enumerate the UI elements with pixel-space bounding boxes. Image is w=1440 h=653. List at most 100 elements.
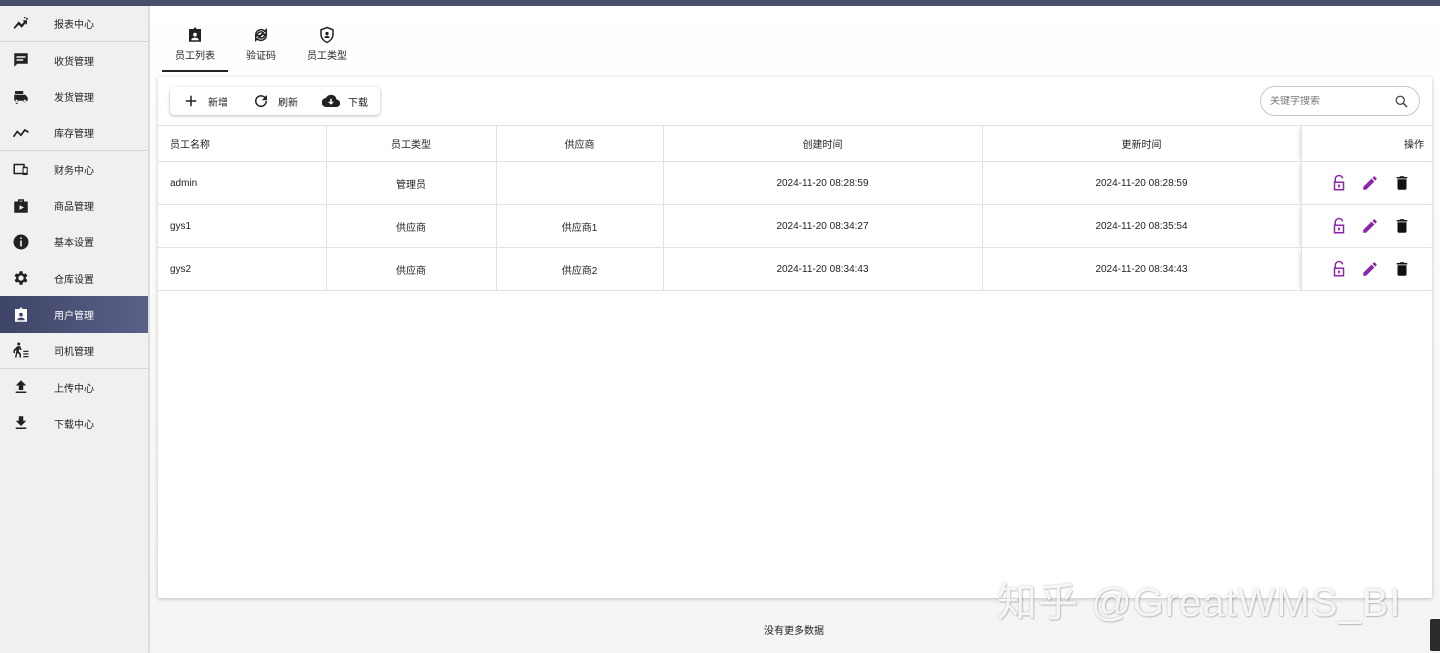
lock-icon[interactable]: [1330, 174, 1348, 192]
sidebar-item-label: 收货管理: [54, 56, 94, 68]
trending-icon: [12, 124, 30, 142]
sidebar-item-user-management[interactable]: 用户管理: [0, 296, 148, 333]
upload-icon: [12, 378, 30, 396]
sidebar: 报表中心 收货管理 发货管理 库存管理 财务中心 商品管理 基本设置 仓库设置 …: [0, 6, 149, 653]
sidebar-item-basic-settings[interactable]: 基本设置: [0, 224, 148, 260]
delete-icon[interactable]: [1393, 217, 1411, 235]
table-header-row: 员工名称 员工类型 供应商 创建时间 更新时间 操作: [158, 125, 1432, 162]
cell-actions: [1301, 204, 1432, 248]
tab-label: 员工类型: [307, 51, 347, 62]
package-icon: [12, 197, 30, 215]
cell-actions: [1301, 161, 1432, 205]
cell-name: gys2: [158, 247, 327, 291]
user-card-icon: [12, 306, 30, 324]
no-more-data-text: 没有更多数据: [764, 626, 824, 637]
sidebar-item-label: 基本设置: [54, 238, 94, 250]
cell-created: 2024-11-20 08:34:43: [663, 247, 983, 291]
toolbar: 新增 刷新 下载: [170, 87, 380, 115]
download-button-label: 下载: [348, 97, 368, 109]
chart-line-icon: [12, 15, 30, 33]
cell-updated: 2024-11-20 08:28:59: [982, 161, 1302, 205]
table-row: gys2 供应商 供应商2 2024-11-20 08:34:43 2024-1…: [158, 247, 1432, 291]
cell-updated: 2024-11-20 08:35:54: [982, 204, 1302, 248]
refresh-button-label: 刷新: [278, 97, 298, 109]
cell-type: 供应商: [326, 204, 497, 248]
column-header-type[interactable]: 员工类型: [326, 125, 497, 162]
tab-staff-type[interactable]: 员工类型: [294, 26, 360, 72]
table-row: admin 管理员 2024-11-20 08:28:59 2024-11-20…: [158, 161, 1432, 205]
user-card-icon: [186, 26, 204, 44]
lock-icon[interactable]: [1330, 217, 1348, 235]
sidebar-item-label: 商品管理: [54, 202, 94, 214]
refresh-icon: [255, 95, 268, 108]
edit-icon[interactable]: [1361, 174, 1379, 192]
download-icon: [12, 414, 30, 432]
add-button[interactable]: 新增: [182, 87, 228, 115]
message-icon: [12, 51, 30, 69]
sidebar-item-label: 上传中心: [54, 383, 94, 395]
sidebar-item-label: 报表中心: [54, 20, 94, 32]
sidebar-item-products[interactable]: 商品管理: [0, 187, 148, 223]
sidebar-item-label: 发货管理: [54, 93, 94, 105]
column-header-name[interactable]: 员工名称: [158, 125, 327, 162]
edit-icon[interactable]: [1361, 217, 1379, 235]
cell-actions: [1301, 247, 1432, 291]
cell-type: 供应商: [326, 247, 497, 291]
devices-icon: [12, 160, 30, 178]
cell-created: 2024-11-20 08:34:27: [663, 204, 983, 248]
cell-type: 管理员: [326, 161, 497, 205]
sidebar-item-label: 司机管理: [54, 346, 94, 358]
cell-supplier: [496, 161, 664, 205]
sidebar-item-label: 用户管理: [54, 311, 94, 323]
sidebar-item-drivers[interactable]: 司机管理: [0, 333, 148, 369]
column-header-created[interactable]: 创建时间: [663, 125, 983, 162]
staff-table: 员工名称 员工类型 供应商 创建时间 更新时间 操作 admin 管理员 202…: [158, 125, 1432, 291]
lock-icon[interactable]: [1330, 260, 1348, 278]
tab-verification-code[interactable]: 验证码: [228, 26, 294, 72]
cell-supplier: 供应商1: [496, 204, 664, 248]
sidebar-item-receiving[interactable]: 收货管理: [0, 42, 148, 78]
column-header-supplier[interactable]: 供应商: [496, 125, 664, 162]
sidebar-item-label: 财务中心: [54, 165, 94, 177]
search-icon[interactable]: [1394, 94, 1409, 109]
table-row: gys1 供应商 供应商1 2024-11-20 08:34:27 2024-1…: [158, 204, 1432, 248]
sidebar-item-download-center[interactable]: 下载中心: [0, 405, 148, 441]
info-icon: [12, 233, 30, 251]
search-input[interactable]: [1270, 95, 1390, 107]
sidebar-item-label: 库存管理: [54, 129, 94, 141]
sidebar-item-shipping[interactable]: 发货管理: [0, 79, 148, 115]
staff-table-card: 新增 刷新 下载 员工名称 员工类型: [158, 77, 1432, 598]
sidebar-item-label: 下载中心: [54, 419, 94, 431]
tab-label: 验证码: [246, 51, 276, 62]
delete-icon[interactable]: [1393, 174, 1411, 192]
cell-updated: 2024-11-20 08:34:43: [982, 247, 1302, 291]
add-button-label: 新增: [208, 97, 228, 109]
column-header-updated[interactable]: 更新时间: [982, 125, 1302, 162]
cloud-download-icon: [322, 94, 340, 108]
plus-icon: [185, 95, 197, 107]
refresh-circle-icon: [252, 26, 270, 44]
watermark-text: 知乎 @GreatWMS_BI: [997, 581, 1402, 625]
refresh-button[interactable]: 刷新: [252, 87, 298, 115]
edit-icon[interactable]: [1361, 260, 1379, 278]
drawer-handle[interactable]: [1430, 619, 1440, 651]
sidebar-item-inventory[interactable]: 库存管理: [0, 115, 148, 152]
cell-name: admin: [158, 161, 327, 205]
truck-icon: [12, 88, 30, 106]
tab-staff-list[interactable]: 员工列表: [162, 26, 228, 72]
sidebar-item-finance[interactable]: 财务中心: [0, 151, 148, 187]
download-button[interactable]: 下载: [322, 87, 368, 115]
column-header-actions: 操作: [1301, 125, 1432, 162]
tab-label: 员工列表: [175, 51, 215, 62]
search-box: [1260, 86, 1420, 116]
cell-created: 2024-11-20 08:28:59: [663, 161, 983, 205]
cell-supplier: 供应商2: [496, 247, 664, 291]
sidebar-item-report-center[interactable]: 报表中心: [0, 6, 148, 43]
sidebar-item-upload-center[interactable]: 上传中心: [0, 369, 148, 405]
sidebar-item-warehouse-settings[interactable]: 仓库设置: [0, 260, 148, 296]
sidebar-item-label: 仓库设置: [54, 274, 94, 286]
cell-name: gys1: [158, 204, 327, 248]
gear-icon: [12, 269, 30, 287]
delete-icon[interactable]: [1393, 260, 1411, 278]
tab-bar: 员工列表 验证码 员工类型: [162, 26, 360, 72]
